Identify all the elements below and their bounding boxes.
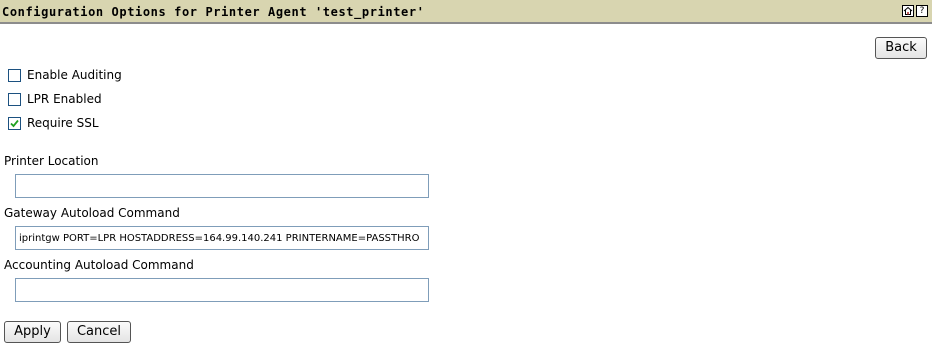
require-ssl-row[interactable]: Require SSL xyxy=(8,115,99,131)
title-bar: Configuration Options for Printer Agent … xyxy=(0,0,932,24)
back-button[interactable]: Back xyxy=(875,37,927,59)
lpr-enabled-row[interactable]: LPR Enabled xyxy=(8,91,102,107)
gateway-autoload-label: Gateway Autoload Command xyxy=(4,206,180,220)
help-icon[interactable]: ? xyxy=(916,5,928,17)
cancel-button[interactable]: Cancel xyxy=(67,321,131,343)
apply-button[interactable]: Apply xyxy=(4,321,61,343)
lpr-enabled-checkbox[interactable] xyxy=(8,92,21,106)
accounting-autoload-label: Accounting Autoload Command xyxy=(4,258,194,272)
accounting-autoload-input[interactable] xyxy=(15,278,429,302)
require-ssl-label: Require SSL xyxy=(27,116,99,130)
page-title: Configuration Options for Printer Agent … xyxy=(2,5,425,19)
checkmark-icon xyxy=(10,119,19,127)
printer-location-label: Printer Location xyxy=(4,154,99,168)
enable-auditing-row[interactable]: Enable Auditing xyxy=(8,67,122,83)
enable-auditing-checkbox[interactable] xyxy=(8,68,21,82)
gateway-autoload-input[interactable] xyxy=(15,226,429,250)
lpr-enabled-label: LPR Enabled xyxy=(27,92,102,106)
home-icon[interactable] xyxy=(902,5,914,17)
enable-auditing-label: Enable Auditing xyxy=(27,68,122,82)
printer-location-input[interactable] xyxy=(15,174,429,198)
require-ssl-checkbox[interactable] xyxy=(8,116,21,130)
